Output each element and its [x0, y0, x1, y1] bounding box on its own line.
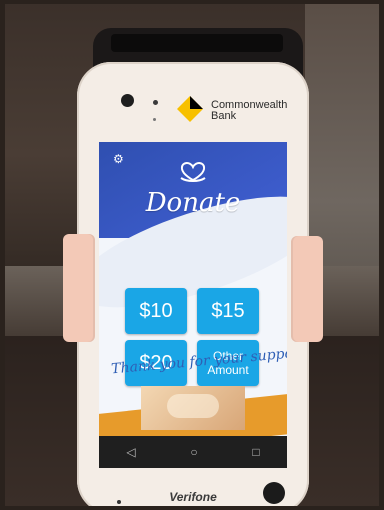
commonwealth-bank-logo-icon: [177, 96, 203, 122]
holder-clip-right: [291, 236, 323, 342]
sensor-dot: [153, 100, 158, 105]
android-nav-bar: ◁ ○ □: [99, 436, 287, 468]
holder-clip-left: [63, 234, 95, 342]
photo-scene: Commonwealth Bank ⚙ Donate $10 $15 $20 O…: [5, 4, 379, 506]
gear-icon[interactable]: ⚙: [113, 152, 124, 166]
home-circle-icon[interactable]: ○: [190, 445, 197, 459]
sensor-dot-small: [153, 118, 156, 121]
camera-icon: [121, 94, 134, 107]
bank-name-line2: Bank: [211, 110, 237, 122]
recent-square-icon[interactable]: □: [252, 445, 259, 459]
donation-app: ⚙ Donate $10 $15 $20 Other Amount Thank …: [99, 142, 287, 436]
bank-name: Commonwealth Bank: [211, 100, 287, 122]
app-title: Donate: [145, 188, 241, 218]
hands-photo: [141, 386, 245, 430]
cradle-slot: [111, 34, 283, 52]
heart-hands-icon: [180, 162, 206, 182]
donate-15-button[interactable]: $15: [197, 288, 259, 334]
payment-terminal: Commonwealth Bank ⚙ Donate $10 $15 $20 O…: [77, 62, 309, 506]
donate-10-button[interactable]: $10: [125, 288, 187, 334]
power-button[interactable]: [263, 482, 285, 504]
back-triangle-icon[interactable]: ◁: [126, 445, 135, 459]
terminal-screen: ⚙ Donate $10 $15 $20 Other Amount Thank …: [99, 142, 287, 468]
